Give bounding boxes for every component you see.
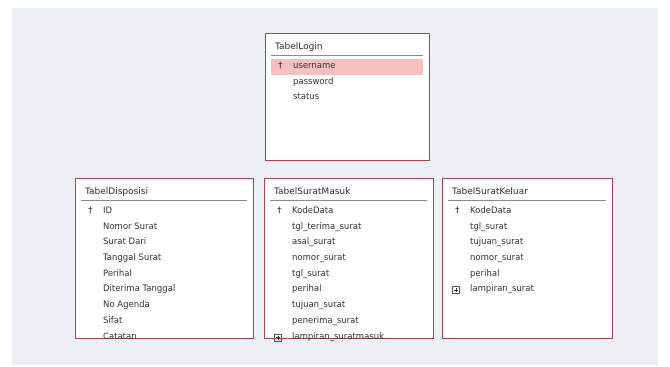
- field-list: † KodeData tgl_surat tujuan_surat nomor_sura…: [443, 204, 612, 298]
- field-row-nomor-surat[interactable]: nomor_surat: [448, 251, 606, 267]
- field-list: † KodeData tgl_terima_surat asal_suratnomor…: [265, 204, 433, 345]
- expand-plus-icon[interactable]: [452, 286, 460, 295]
- field-row-tgl-surat[interactable]: tgl_surat: [270, 267, 427, 283]
- field-name: KodeData: [292, 206, 334, 216]
- primary-key-icon: †: [278, 61, 283, 71]
- table-title[interactable]: TabelLogin: [266, 34, 429, 55]
- field-row-tanggal-surat[interactable]: Tanggal Surat: [81, 251, 247, 267]
- field-row-nomor-surat[interactable]: Nomor Surat: [81, 220, 247, 236]
- table-tabellogin[interactable]: TabelLogin † username password status: [265, 33, 430, 161]
- primary-key-icon: †: [277, 206, 282, 216]
- table-title[interactable]: TabelSuratMasuk: [265, 179, 433, 200]
- field-name: Tanggal Surat: [103, 253, 162, 264]
- field-row-diterima-tanggal[interactable]: Diterima Tanggal: [81, 282, 247, 298]
- field-row-catatan[interactable]: Catatan: [81, 330, 247, 346]
- field-name: nomor_surat: [470, 253, 524, 264]
- table-tabelsuratkeluar[interactable]: TabelSuratKeluar † KodeData tgl_surattujuan…: [442, 178, 613, 339]
- field-name: penerima_surat: [292, 315, 359, 326]
- field-name: tujuan_surat: [292, 300, 346, 311]
- field-row-password[interactable]: password: [271, 75, 423, 91]
- field-row-sifat[interactable]: Sifat: [81, 314, 247, 330]
- field-name: perihal: [470, 268, 500, 279]
- field-row-perihal[interactable]: perihal: [270, 282, 427, 298]
- field-name: KodeData: [470, 206, 512, 216]
- field-name: Sifat: [103, 315, 123, 326]
- title-divider: [81, 200, 247, 201]
- field-row-tujuan-surat[interactable]: tujuan_surat: [270, 298, 427, 314]
- field-name: perihal: [292, 284, 322, 295]
- field-row-kodedata[interactable]: † KodeData: [448, 204, 606, 220]
- title-divider: [448, 200, 606, 201]
- field-row-tujuan-surat[interactable]: tujuan_surat: [448, 235, 606, 251]
- field-name: tgl_surat: [292, 268, 330, 279]
- field-row-username[interactable]: † username: [271, 59, 423, 75]
- field-row-nomor-surat[interactable]: nomor_surat: [270, 251, 427, 267]
- field-name: lampiran_suratmasuk: [292, 331, 385, 342]
- field-row-surat-dari[interactable]: Surat Dari: [81, 235, 247, 251]
- field-name: asal_surat: [292, 237, 336, 248]
- field-name: password: [293, 76, 334, 87]
- field-name: status: [293, 92, 320, 103]
- field-name: Surat Dari: [103, 237, 147, 248]
- field-list: † ID Nomor Surat Surat Dari Tanggal Surat Per…: [76, 204, 253, 345]
- field-name: No Agenda: [103, 300, 150, 311]
- title-divider: [271, 55, 423, 56]
- field-name: lampiran_surat: [470, 284, 534, 295]
- field-name: ID: [103, 206, 113, 216]
- title-divider: [270, 200, 427, 201]
- field-row-perihal[interactable]: Perihal: [81, 267, 247, 283]
- relationships-canvas: TabelLogin † username password status TabelD…: [12, 8, 658, 365]
- field-name: tgl_terima_surat: [292, 221, 362, 232]
- field-row-lampiran-suratmasuk[interactable]: lampiran_suratmasuk: [270, 330, 427, 346]
- field-row-no-agenda[interactable]: No Agenda: [81, 298, 247, 314]
- field-row-perihal[interactable]: perihal: [448, 267, 606, 283]
- table-title[interactable]: TabelDisposisi: [76, 179, 253, 200]
- field-row-tgl-surat[interactable]: tgl_surat: [448, 220, 606, 236]
- field-name: nomor_surat: [292, 253, 346, 264]
- field-name: Nomor Surat: [103, 221, 158, 232]
- expand-plus-icon[interactable]: [274, 333, 282, 342]
- field-name: Perihal: [103, 268, 132, 279]
- field-row-kodedata[interactable]: † KodeData: [270, 204, 427, 220]
- table-tabelsuratmasuk[interactable]: TabelSuratMasuk † KodeData tgl_terima_surat…: [264, 178, 434, 342]
- primary-key-icon: †: [455, 206, 460, 216]
- field-list: † username password status: [266, 59, 429, 106]
- field-name: username: [293, 61, 336, 71]
- field-row-tgl-terima-surat[interactable]: tgl_terima_surat: [270, 220, 427, 236]
- field-name: Diterima Tanggal: [103, 284, 176, 295]
- field-name: tujuan_surat: [470, 237, 524, 248]
- field-row-id[interactable]: † ID: [81, 204, 247, 220]
- field-name: Catatan: [103, 331, 137, 342]
- table-title[interactable]: TabelSuratKeluar: [443, 179, 612, 200]
- field-row-status[interactable]: status: [271, 90, 423, 106]
- field-name: tgl_surat: [470, 221, 508, 232]
- field-row-penerima-surat[interactable]: penerima_surat: [270, 314, 427, 330]
- table-tabeldisposisi[interactable]: TabelDisposisi † ID Nomor Surat Surat Dari Ta…: [75, 178, 254, 342]
- field-row-lampiran-surat[interactable]: lampiran_surat: [448, 282, 606, 298]
- field-row-asal-surat[interactable]: asal_surat: [270, 235, 427, 251]
- primary-key-icon: †: [88, 206, 93, 216]
